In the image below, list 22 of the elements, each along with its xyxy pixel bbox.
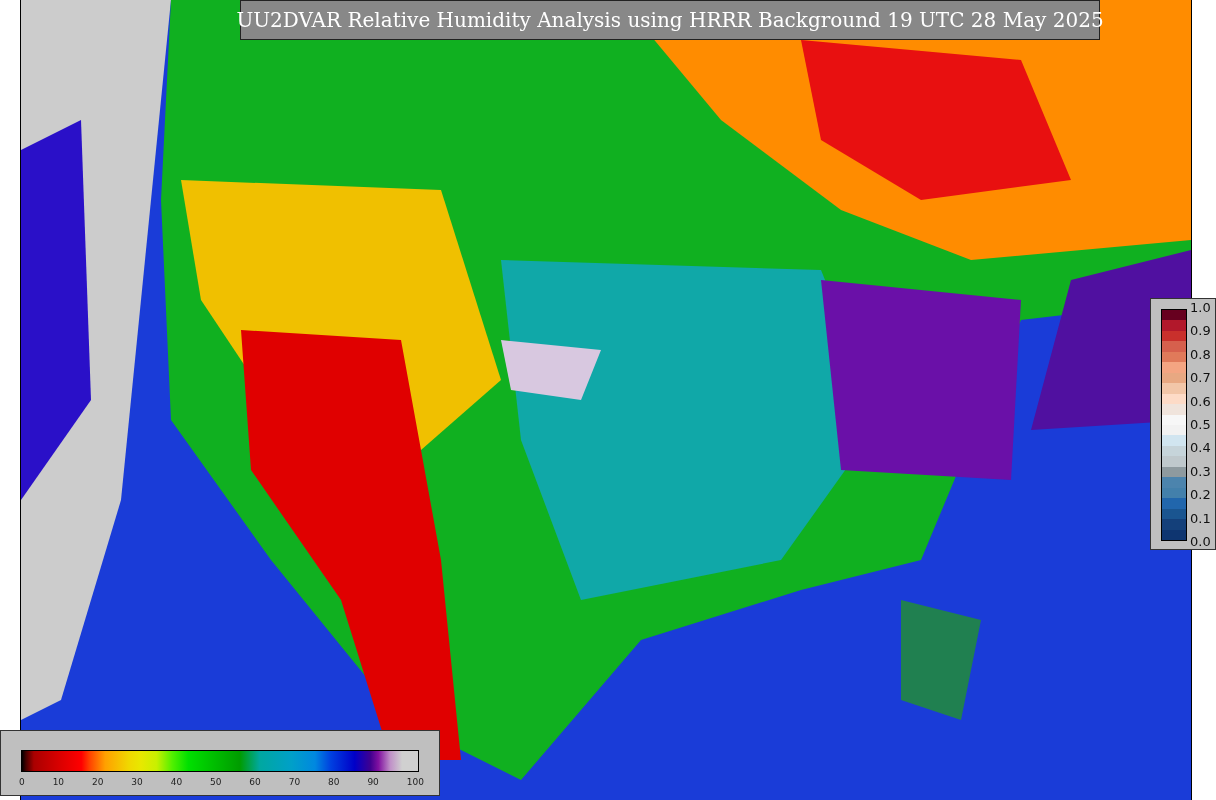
tick-label: 100 (406, 777, 424, 787)
tick-label: 80 (328, 777, 340, 787)
tick-label: 0.8 (1190, 346, 1211, 362)
tick-label: 0.0 (1190, 533, 1211, 549)
tick-label: 0.2 (1190, 487, 1211, 503)
tick-label: 0.6 (1190, 393, 1211, 409)
tick-label: 50 (210, 777, 222, 787)
tick-label: 30 (131, 777, 143, 787)
tick-label: 0.9 (1190, 323, 1211, 339)
tick-label: 1.0 (1190, 300, 1211, 315)
tick-label: 90 (367, 777, 379, 787)
tick-label: 0.4 (1190, 440, 1211, 456)
tick-label: 10 (52, 777, 65, 787)
tick-label: 0 (19, 777, 25, 787)
tick-label: 0.1 (1190, 510, 1211, 526)
tick-label: 70 (288, 777, 301, 787)
tick-label: 0.7 (1190, 370, 1211, 386)
tick-label: 0.5 (1190, 416, 1211, 432)
tick-label: 40 (170, 777, 183, 787)
tick-label: 0.3 (1190, 463, 1211, 479)
tick-label: 60 (249, 777, 261, 787)
tick-label: 20 (91, 777, 104, 787)
